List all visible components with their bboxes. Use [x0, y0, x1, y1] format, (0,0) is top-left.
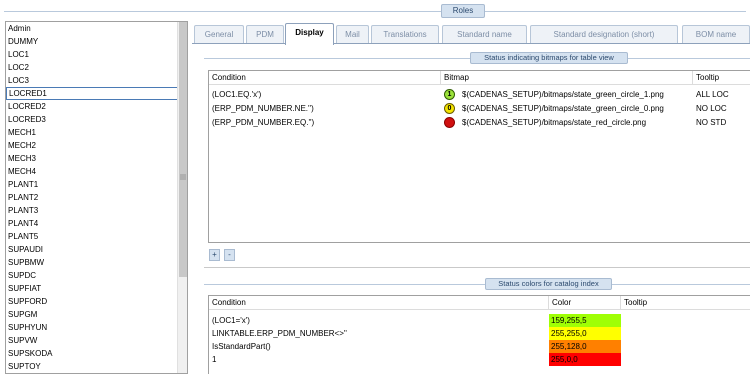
scrollbar-thumb[interactable]: [179, 22, 187, 277]
role-list-item[interactable]: PLANT3: [6, 204, 187, 217]
section-separator: [204, 267, 750, 268]
roles-header-line: [4, 11, 746, 12]
condition-cell: (LOC1.EQ.'x'): [212, 90, 262, 99]
bitmap-table-row[interactable]: (LOC1.EQ.'x') 1 $(CADENAS_SETUP)/bitmaps/s…: [209, 88, 750, 101]
tab-bom-name[interactable]: BOM name: [682, 25, 750, 44]
col-condition[interactable]: Condition: [209, 71, 441, 85]
color-table-row[interactable]: 1 255,0,0: [209, 353, 750, 366]
role-list-item[interactable]: PLANT2: [6, 191, 187, 204]
role-list-item[interactable]: Admin: [6, 22, 187, 35]
role-list-item[interactable]: SUPBMW: [6, 256, 187, 269]
color-table[interactable]: Condition Color Tooltip (LOC1='x') 159,25…: [208, 295, 750, 374]
condition-cell: (LOC1='x'): [212, 316, 250, 325]
role-list-item[interactable]: SUPVW: [6, 334, 187, 347]
role-items: Admin DUMMY LOC1 LOC2 LOC3 LOCRED1 LOCRED2 LOCR…: [6, 22, 187, 373]
scrollbar-grip-icon: [180, 174, 186, 180]
role-list-item[interactable]: LOCRED1: [6, 87, 187, 100]
bitmap-table-header: Condition Bitmap Tooltip: [209, 71, 750, 85]
role-list-item[interactable]: MECH1: [6, 126, 187, 139]
role-list-item[interactable]: LOCRED2: [6, 100, 187, 113]
tab-standard-designation[interactable]: Standard designation (short): [530, 25, 678, 44]
role-list-item[interactable]: PLANT1: [6, 178, 187, 191]
roles-title: Roles: [441, 4, 485, 18]
role-list[interactable]: Admin DUMMY LOC1 LOC2 LOC3 LOCRED1 LOCRED2 LOCR…: [5, 21, 188, 374]
bitmap-table-row[interactable]: (ERP_PDM_NUMBER.EQ.'') $(CADENAS_SETUP)/b…: [209, 116, 750, 129]
tooltip-cell: [621, 340, 750, 353]
color-section-line: [204, 284, 750, 285]
bitmap-table-row[interactable]: (ERP_PDM_NUMBER.NE.'') 0 $(CADENAS_SETUP)/…: [209, 102, 750, 115]
tab-mail[interactable]: Mail: [336, 25, 369, 44]
color-swatch-cell[interactable]: 255,255,0: [549, 327, 621, 340]
color-section-title: Status colors for catalog index: [485, 278, 612, 290]
role-list-item[interactable]: PLANT5: [6, 230, 187, 243]
roles-header: Roles: [0, 0, 750, 20]
tab-general[interactable]: General: [194, 25, 244, 44]
role-list-item[interactable]: MECH3: [6, 152, 187, 165]
condition-cell: (ERP_PDM_NUMBER.EQ.''): [212, 118, 315, 127]
remove-row-button[interactable]: -: [224, 249, 235, 261]
role-list-item[interactable]: LOC2: [6, 61, 187, 74]
tab-display[interactable]: Display: [285, 23, 334, 45]
bitmap-path-cell: $(CADENAS_SETUP)/bitmaps/state_green_cir…: [462, 90, 664, 99]
tab-translations[interactable]: Translations: [371, 25, 439, 44]
role-list-scrollbar[interactable]: [177, 22, 187, 373]
col-tooltip[interactable]: Tooltip: [621, 296, 750, 310]
color-table-header: Condition Color Tooltip: [209, 296, 750, 310]
role-list-item[interactable]: SUPHYUN: [6, 321, 187, 334]
add-row-button[interactable]: +: [209, 249, 220, 261]
condition-cell: LINKTABLE.ERP_PDM_NUMBER<>'': [212, 329, 347, 338]
red-circle-icon: [444, 117, 455, 128]
role-list-item[interactable]: LOCRED3: [6, 113, 187, 126]
tab-bar: General PDM Display Mail Translations St…: [192, 23, 750, 45]
tooltip-cell: [621, 353, 750, 366]
color-swatch-cell[interactable]: 255,0,0: [549, 353, 621, 366]
tab-bar-line: [192, 43, 750, 44]
col-color[interactable]: Color: [549, 296, 621, 310]
color-table-row[interactable]: LINKTABLE.ERP_PDM_NUMBER<>'' 255,255,0: [209, 327, 750, 340]
color-swatch-cell[interactable]: 159,255,5: [549, 314, 621, 327]
col-bitmap[interactable]: Bitmap: [441, 71, 693, 85]
tab-standard-name[interactable]: Standard name: [442, 25, 527, 44]
color-swatch-cell[interactable]: 255,128,0: [549, 340, 621, 353]
bitmap-path-cell: $(CADENAS_SETUP)/bitmaps/state_green_cir…: [462, 104, 664, 113]
bitmap-section-title: Status indicating bitmaps for table view: [470, 52, 628, 64]
tooltip-cell: [621, 314, 750, 327]
role-list-item[interactable]: MECH2: [6, 139, 187, 152]
tooltip-cell: NO STD: [696, 118, 727, 127]
color-table-row[interactable]: IsStandardPart() 255,128,0: [209, 340, 750, 353]
role-list-item[interactable]: SUPFORD: [6, 295, 187, 308]
tooltip-cell: NO LOC: [696, 104, 727, 113]
condition-cell: (ERP_PDM_NUMBER.NE.''): [212, 104, 314, 113]
role-list-item[interactable]: SUPFIAT: [6, 282, 187, 295]
tab-pdm[interactable]: PDM: [246, 25, 284, 44]
tooltip-cell: [621, 327, 750, 340]
bitmap-table[interactable]: Condition Bitmap Tooltip (LOC1.EQ.'x') 1 $…: [208, 70, 750, 243]
role-list-item[interactable]: SUPGM: [6, 308, 187, 321]
role-list-item[interactable]: LOC3: [6, 74, 187, 87]
condition-cell: IsStandardPart(): [212, 342, 271, 351]
green-circle-1-icon: 1: [444, 89, 455, 100]
green-circle-0-icon: 0: [444, 103, 455, 114]
role-list-item[interactable]: SUPDC: [6, 269, 187, 282]
role-list-item[interactable]: LOC1: [6, 48, 187, 61]
col-condition[interactable]: Condition: [209, 296, 549, 310]
color-table-row[interactable]: (LOC1='x') 159,255,5: [209, 314, 750, 327]
role-list-item[interactable]: MECH4: [6, 165, 187, 178]
tooltip-cell: ALL LOC: [696, 90, 729, 99]
role-list-item[interactable]: DUMMY: [6, 35, 187, 48]
role-list-item[interactable]: SUPAUDI: [6, 243, 187, 256]
role-list-item[interactable]: SUPTOY: [6, 360, 187, 373]
bitmap-path-cell: $(CADENAS_SETUP)/bitmaps/state_red_circl…: [462, 118, 647, 127]
col-tooltip[interactable]: Tooltip: [693, 71, 750, 85]
condition-cell: 1: [212, 355, 217, 364]
role-list-item[interactable]: SUPSKODA: [6, 347, 187, 360]
role-list-item[interactable]: PLANT4: [6, 217, 187, 230]
